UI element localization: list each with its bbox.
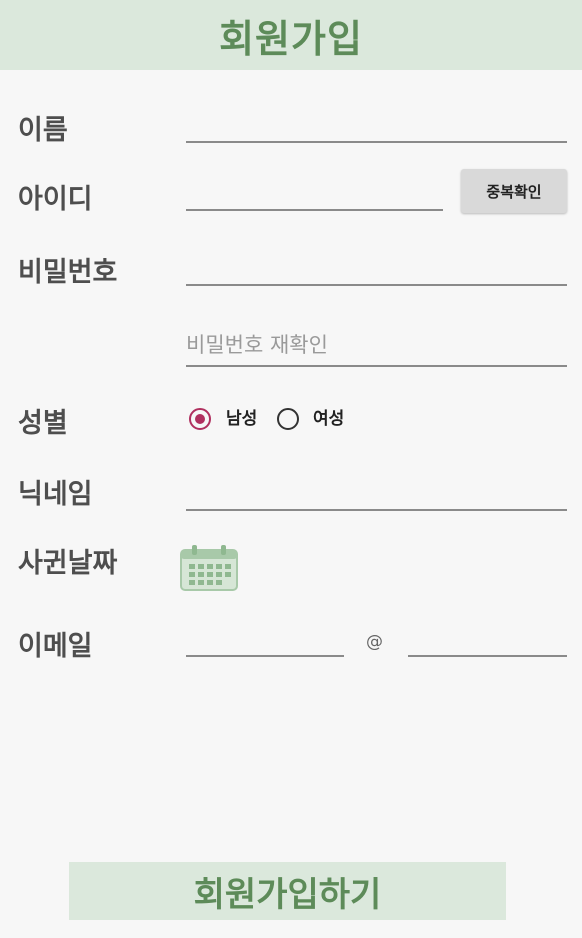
password-label: 비밀번호: [18, 257, 118, 288]
email-at-sign: @: [366, 632, 383, 652]
gender-label: 성별: [18, 408, 68, 439]
signup-submit-button[interactable]: 회원가입하기: [69, 862, 506, 920]
nickname-label: 닉네임: [18, 479, 93, 510]
name-input[interactable]: [186, 141, 567, 143]
email-id-input[interactable]: [186, 655, 344, 657]
gender-male-label[interactable]: 남성: [226, 411, 257, 428]
email-label: 이메일: [18, 631, 93, 662]
duplicate-check-button[interactable]: 중복확인: [461, 169, 567, 213]
password-confirm-input[interactable]: [186, 365, 567, 367]
id-input[interactable]: [186, 209, 443, 211]
header-bar: 회원가입: [0, 0, 582, 70]
password-input[interactable]: [186, 284, 567, 286]
nickname-input[interactable]: [186, 509, 567, 511]
password-confirm-placeholder: 비밀번호 재확인: [186, 333, 328, 357]
date-label: 사귄날짜: [18, 548, 118, 579]
gender-female-radio[interactable]: [277, 408, 299, 430]
gender-female-label[interactable]: 여성: [313, 411, 344, 428]
gender-male-radio[interactable]: [189, 408, 211, 430]
calendar-icon[interactable]: [180, 545, 238, 591]
name-label: 이름: [18, 115, 68, 146]
page-title: 회원가입: [219, 16, 363, 61]
email-domain-input[interactable]: [408, 655, 567, 657]
id-label: 아이디: [18, 184, 93, 215]
